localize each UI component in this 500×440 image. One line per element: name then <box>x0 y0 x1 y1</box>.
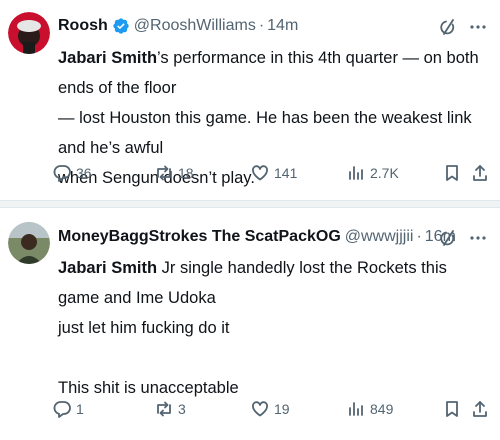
like-button[interactable]: 19 <box>250 396 290 422</box>
header-dot: · <box>416 228 422 245</box>
tweet-header: MoneyBaggStrokes The ScatPackOG @wwwjjji… <box>58 226 456 248</box>
mention-text: Jabari Smith <box>58 259 158 277</box>
tweet-header: Roosh @RooshWilliams · 14m <box>58 15 298 37</box>
author-name[interactable]: Roosh <box>58 17 108 35</box>
grok-icon[interactable] <box>438 17 458 37</box>
share-icon[interactable] <box>470 396 494 422</box>
avatar[interactable] <box>8 222 50 264</box>
views-button[interactable]: 849 <box>346 396 393 422</box>
avatar[interactable] <box>8 12 50 54</box>
bookmark-icon[interactable] <box>442 160 466 186</box>
retweet-count: 18 <box>178 165 194 181</box>
views-button[interactable]: 2.7K <box>346 160 399 186</box>
like-count: 141 <box>274 165 298 181</box>
bookmark-icon[interactable] <box>442 396 466 422</box>
share-icon[interactable] <box>470 160 494 186</box>
reply-button[interactable]: 1 <box>52 396 84 422</box>
tweet-text: Jabari Smith Jr single handedly lost the… <box>58 253 490 403</box>
reply-count: 1 <box>76 401 84 417</box>
author-handle[interactable]: @RooshWilliams <box>134 17 256 35</box>
text-line <box>58 343 490 373</box>
retweet-button[interactable]: 3 <box>154 396 186 422</box>
author-name[interactable]: MoneyBaggStrokes The ScatPackOG <box>58 228 341 246</box>
reply-button[interactable]: 36 <box>52 160 92 186</box>
action-bar: 1 3 19 849 <box>52 396 492 422</box>
text-line: just let him fucking do it <box>58 319 230 337</box>
like-count: 19 <box>274 401 290 417</box>
views-count: 2.7K <box>370 165 399 181</box>
tweet-separator <box>0 200 500 208</box>
grok-icon[interactable] <box>438 228 458 248</box>
action-bar: 36 18 141 2.7K <box>52 160 492 186</box>
timestamp[interactable]: 14m <box>267 17 298 35</box>
retweet-button[interactable]: 18 <box>154 160 194 186</box>
mention-text: Jabari Smith <box>58 49 158 67</box>
more-icon[interactable] <box>468 228 488 248</box>
author-handle[interactable]: @wwwjjjii <box>345 228 414 246</box>
text-line: — lost Houston this game. He has been th… <box>58 109 472 157</box>
verified-badge-icon <box>112 17 130 35</box>
header-dot: · <box>258 17 265 34</box>
views-count: 849 <box>370 401 394 417</box>
reply-count: 36 <box>76 165 92 181</box>
like-button[interactable]: 141 <box>250 160 297 186</box>
retweet-count: 3 <box>178 401 186 417</box>
more-icon[interactable] <box>468 17 488 37</box>
